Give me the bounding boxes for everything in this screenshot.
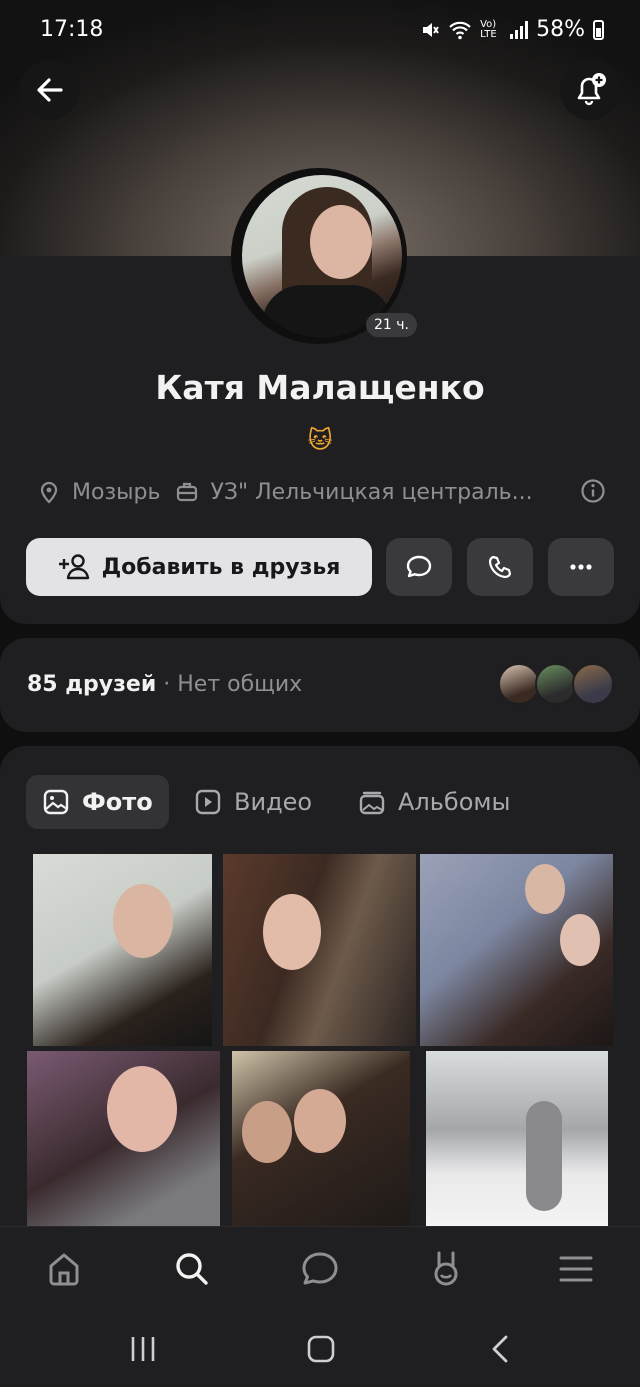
message-bubble-icon: [406, 555, 432, 578]
friends-summary[interactable]: 85 друзей · Нет общих: [27, 672, 302, 697]
phone-icon: [488, 555, 512, 579]
photo-face: [113, 884, 173, 958]
nav-home[interactable]: [40, 1245, 88, 1293]
last-seen-badge: 21 ч.: [366, 313, 417, 337]
recent-apps-button[interactable]: [118, 1324, 168, 1374]
bell-plus-icon: [577, 73, 606, 106]
briefcase-icon: [174, 479, 200, 505]
recent-apps-icon: [131, 1337, 155, 1361]
home-icon: [49, 1253, 79, 1286]
photo-face: [242, 1101, 292, 1163]
status-emoji[interactable]: 🐱: [305, 425, 335, 455]
chevron-left-icon: [492, 1335, 508, 1363]
profile-city: Мозырь: [72, 479, 161, 505]
info-icon[interactable]: [580, 478, 606, 510]
profile-work: УЗ" Лельчицкая централь...: [210, 479, 533, 505]
network-label: Vo) LTE: [480, 18, 497, 40]
play-icon: [195, 789, 221, 815]
mutual-friends: · Нет общих: [163, 672, 303, 697]
home-system-button[interactable]: [296, 1324, 346, 1374]
friends-count: 85 друзей: [27, 672, 157, 697]
photo-figure: [526, 1101, 562, 1211]
messages-icon: [302, 1252, 338, 1285]
more-button[interactable]: [548, 538, 614, 596]
profile-name: Катя Малащенко: [155, 368, 485, 407]
photo-thumbnail[interactable]: [420, 854, 613, 1046]
back-button[interactable]: [20, 60, 80, 120]
tab-albums[interactable]: Альбомы: [342, 775, 526, 829]
arrow-left-icon: [37, 78, 63, 102]
subscribe-notifications-button[interactable]: [560, 60, 620, 120]
add-person-icon: [58, 554, 89, 580]
photo-thumbnail[interactable]: [33, 854, 212, 1046]
bottom-nav: [0, 1226, 640, 1310]
photo-thumbnail[interactable]: [426, 1051, 608, 1226]
photo-thumbnail[interactable]: [223, 854, 416, 1046]
tab-photos[interactable]: Фото: [26, 775, 169, 829]
nav-messages[interactable]: [296, 1245, 344, 1293]
photo-face: [525, 864, 565, 914]
photo-thumbnail[interactable]: [232, 1051, 410, 1226]
nav-menu[interactable]: [552, 1245, 600, 1293]
photo-face: [107, 1066, 177, 1152]
home-square-icon: [307, 1335, 335, 1363]
nav-clips[interactable]: [422, 1245, 470, 1293]
add-friend-label: Добавить в друзья: [101, 554, 341, 580]
photo-face: [560, 914, 600, 966]
status-time: 17:18: [40, 17, 104, 42]
system-nav-bar: [0, 1310, 640, 1387]
more-dots-icon: [570, 564, 592, 570]
tab-videos[interactable]: Видео: [178, 775, 328, 829]
search-icon: [176, 1253, 208, 1285]
signal-icon: [510, 20, 529, 39]
status-bar: 17:18 Vo) LTE 58%: [0, 0, 640, 60]
clips-icon: [434, 1251, 458, 1286]
back-system-button[interactable]: [476, 1324, 526, 1374]
battery-percent: 58%: [536, 17, 585, 42]
menu-icon: [559, 1256, 593, 1282]
status-icons: Vo) LTE 58%: [420, 17, 604, 42]
message-button[interactable]: [386, 538, 452, 596]
friend-avatar: [498, 663, 540, 705]
battery-icon: [593, 19, 604, 40]
photo-thumbnail[interactable]: [27, 1051, 220, 1226]
wifi-icon: [449, 21, 471, 39]
nav-search[interactable]: [168, 1245, 216, 1293]
avatar-face: [310, 205, 372, 279]
add-friend-button[interactable]: Добавить в друзья: [26, 538, 372, 596]
tab-label: Видео: [234, 788, 313, 816]
image-icon: [43, 789, 69, 815]
friend-avatar: [535, 663, 577, 705]
call-button[interactable]: [467, 538, 533, 596]
photo-face: [294, 1089, 346, 1153]
photo-face: [263, 894, 321, 970]
mute-icon: [423, 22, 439, 37]
friend-avatar: [572, 663, 614, 705]
tab-label: Фото: [82, 788, 153, 816]
profile-info-row[interactable]: Мозырь УЗ" Лельчицкая централь...: [36, 476, 606, 508]
location-pin-icon: [36, 479, 62, 505]
tab-label: Альбомы: [398, 788, 511, 816]
albums-icon: [359, 791, 385, 815]
